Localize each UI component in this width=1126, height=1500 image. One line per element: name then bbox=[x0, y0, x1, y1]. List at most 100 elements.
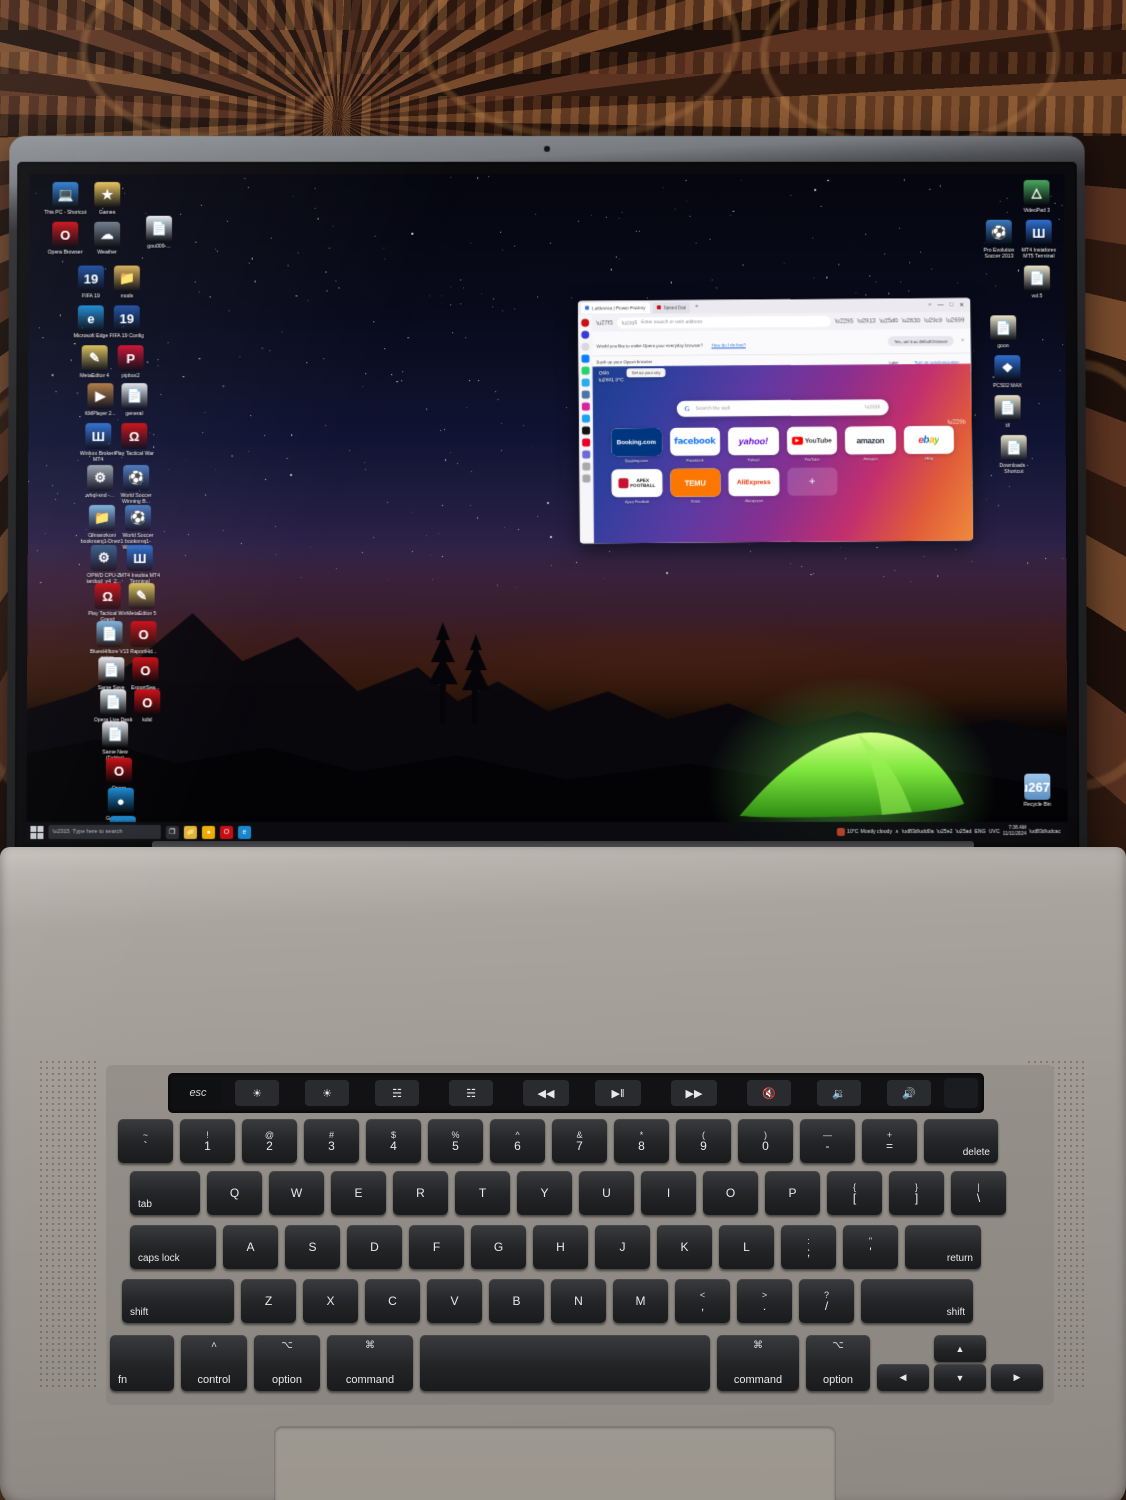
play-pause-key[interactable]: ▶‖ bbox=[595, 1080, 641, 1106]
key-F[interactable]: F bbox=[409, 1225, 464, 1269]
fast-forward-key[interactable]: ▶▶ bbox=[671, 1080, 717, 1106]
opera-logo-icon[interactable] bbox=[581, 319, 589, 327]
key-arrow-left[interactable]: ◀ bbox=[877, 1364, 929, 1391]
key--[interactable]: — - bbox=[800, 1119, 855, 1163]
desktop-icon[interactable]: Ш MT4 Insubia MT4 Terminal bbox=[118, 545, 162, 585]
key-O[interactable]: O bbox=[703, 1171, 758, 1215]
trackpad[interactable] bbox=[275, 1427, 835, 1500]
key-8[interactable]: * 8 bbox=[614, 1119, 669, 1163]
key-Z[interactable]: Z bbox=[241, 1279, 296, 1323]
key-return[interactable]: return bbox=[905, 1225, 981, 1269]
start-button[interactable] bbox=[30, 825, 43, 838]
key-.[interactable]: >. bbox=[737, 1279, 792, 1323]
desktop-icon[interactable]: Ω Play Tactical War bbox=[112, 423, 156, 457]
speed-dial-tile[interactable]: ebay eBay bbox=[903, 426, 954, 461]
desktop-icon[interactable]: O ExportSea... bbox=[123, 657, 167, 691]
nav-icon-group[interactable]: \u2295 \u2913 \u25d0 \u2630 \u29c9 \u269… bbox=[835, 317, 965, 324]
touch-bar-controls[interactable]: ☀ ☀ ☵ ☵ ◀◀ ▶‖ ▶▶ 🔇 🔉 🔊 bbox=[222, 1080, 944, 1106]
close-button[interactable]: ✕ bbox=[959, 301, 964, 308]
whatsapp-icon[interactable] bbox=[582, 367, 590, 375]
pinterest-icon[interactable] bbox=[582, 439, 590, 447]
key-caps-lock[interactable]: caps lock bbox=[130, 1225, 216, 1269]
opera-sidebar[interactable] bbox=[578, 315, 594, 544]
key-C[interactable]: C bbox=[365, 1279, 420, 1323]
keyboard-row-qwerty[interactable]: tab Q W E R T Y U I O P{[}] | \ bbox=[130, 1171, 1006, 1215]
opera-menu-icon[interactable]: \u2699 bbox=[946, 317, 964, 323]
key-H[interactable]: H bbox=[533, 1225, 588, 1269]
keyboard-backlight-up-key[interactable]: ☵ bbox=[449, 1080, 493, 1106]
desktop-icon[interactable]: 📄 vol.5 bbox=[1015, 266, 1059, 300]
desktop-icon[interactable]: O Opera Browser bbox=[43, 222, 87, 256]
tab-islands-icon[interactable]: \u29c9 bbox=[924, 318, 942, 324]
key-I[interactable]: I bbox=[641, 1171, 696, 1215]
reload-icon[interactable]: \u27f3 bbox=[596, 320, 613, 326]
tray-input-mode[interactable]: UVC bbox=[989, 829, 1000, 835]
key-D[interactable]: D bbox=[347, 1225, 402, 1269]
key-P[interactable]: P bbox=[765, 1171, 820, 1215]
speed-dial-tile-thumb[interactable]: APEX FOOTBALL bbox=[611, 469, 662, 497]
extensions-icon[interactable]: \u2295 bbox=[835, 318, 853, 324]
desktop-icon[interactable]: 📁 mods bbox=[105, 266, 149, 300]
key-][interactable]: }] bbox=[889, 1171, 944, 1215]
file-explorer-button[interactable]: 📁 bbox=[184, 825, 197, 838]
desktop-icon[interactable]: Ppipbox2 bbox=[109, 345, 153, 379]
key-=[interactable]: + = bbox=[862, 1119, 917, 1163]
brightness-down-key[interactable]: ☀ bbox=[235, 1080, 279, 1106]
address-bar[interactable]: \u2315 Enter search or web address bbox=[617, 316, 831, 329]
tiktok-icon[interactable] bbox=[582, 427, 590, 435]
tray-overflow-chevron-icon[interactable]: ∧ bbox=[895, 829, 899, 835]
system-tray[interactable]: 10°C Mostly cloudy ∧ \ud83d\udd0a \u25e2… bbox=[837, 826, 1064, 838]
key-J[interactable]: J bbox=[595, 1225, 650, 1269]
desktop-icon[interactable]: △ VideoPad 3 bbox=[1015, 180, 1059, 214]
key-K[interactable]: K bbox=[657, 1225, 712, 1269]
set-default-browser-button[interactable]: Yes, set it as default browser bbox=[888, 336, 953, 346]
keyboard-row-asdf[interactable]: caps lock A S D F G H J K L:; " ' return bbox=[130, 1225, 981, 1269]
keyboard-row-modifiers[interactable]: fn ˄ control ⌥ option ⌘ command ⌘ command ⌥ option… bbox=[110, 1335, 1043, 1391]
taskbar-clock[interactable]: 7:36 AM 11/11/2024 bbox=[1003, 826, 1026, 838]
key-U[interactable]: U bbox=[579, 1171, 634, 1215]
default-browser-notice[interactable]: Would you like to make Opera your everyd… bbox=[578, 329, 971, 357]
key-'[interactable]: " ' bbox=[843, 1225, 898, 1269]
desktop-icon[interactable]: ⚽ World Soccer Winning B... bbox=[114, 465, 158, 505]
desktop-icon[interactable]: 📄 general bbox=[112, 383, 156, 417]
history-icon[interactable] bbox=[582, 462, 590, 470]
touch-id-button[interactable] bbox=[944, 1078, 978, 1108]
key-N[interactable]: N bbox=[551, 1279, 606, 1323]
mute-key[interactable]: 🔇 bbox=[747, 1080, 791, 1106]
add-speed-dial-tile[interactable]: + bbox=[787, 468, 838, 503]
key-option[interactable]: ⌥ option bbox=[254, 1335, 320, 1391]
speed-dial-tile-thumb[interactable]: ▶ YouTube bbox=[786, 427, 837, 455]
notification-center-icon[interactable]: \ud83d\udcac bbox=[1029, 829, 1060, 835]
speed-dial-tile[interactable]: TEMU Temu bbox=[670, 468, 721, 503]
notice-close-button[interactable]: ✕ bbox=[958, 338, 965, 344]
key-M[interactable]: M bbox=[613, 1279, 668, 1323]
key-space[interactable] bbox=[420, 1335, 710, 1391]
messenger-icon[interactable] bbox=[581, 355, 589, 363]
esc-key[interactable]: esc bbox=[174, 1080, 222, 1106]
key-X[interactable]: X bbox=[303, 1279, 358, 1323]
keyboard-row-numbers[interactable]: ~ `! 1 @2 #3 $4% 5 ^ 6 & 7 * 8(9) 0— - + = delete bbox=[118, 1119, 998, 1163]
desktop-icon[interactable]: 📄 Downloads - Shortcut bbox=[992, 435, 1036, 475]
sidebar-toggle-icon[interactable]: \u2630 bbox=[902, 318, 920, 324]
key-\[interactable]: | \ bbox=[951, 1171, 1006, 1215]
desktop-icon[interactable]: 📄 gou009-... bbox=[137, 216, 181, 250]
key-shift[interactable]: shift bbox=[861, 1279, 973, 1323]
key-E[interactable]: E bbox=[331, 1171, 386, 1215]
key-7[interactable]: & 7 bbox=[552, 1119, 607, 1163]
speed-dial-tile[interactable]: AliExpress Aliexpress bbox=[728, 468, 779, 503]
key-5[interactable]: % 5 bbox=[428, 1119, 483, 1163]
desktop-icon[interactable]: ★ Games bbox=[85, 182, 129, 216]
key-T[interactable]: T bbox=[455, 1171, 510, 1215]
key-shift[interactable]: shift bbox=[122, 1279, 234, 1323]
key-arrow-down[interactable]: ▼ bbox=[934, 1364, 986, 1391]
key-command[interactable]: ⌘ command bbox=[327, 1335, 413, 1391]
speed-dial-tile[interactable]: facebook Facebook bbox=[669, 427, 720, 462]
key-B[interactable]: B bbox=[489, 1279, 544, 1323]
desktop-icon[interactable]: ☁ Weather bbox=[85, 222, 129, 256]
taskbar-pinned-apps[interactable]: ❐ 📁 ● Oe bbox=[166, 825, 251, 838]
window-search-icon[interactable]: ⌕ bbox=[928, 302, 931, 309]
set-city-tooltip[interactable]: Set up your city bbox=[626, 368, 665, 377]
key-option[interactable]: ⌥ option bbox=[806, 1335, 870, 1391]
key-3[interactable]: #3 bbox=[304, 1119, 359, 1163]
chrome-taskbar-button[interactable]: ● bbox=[202, 825, 215, 838]
